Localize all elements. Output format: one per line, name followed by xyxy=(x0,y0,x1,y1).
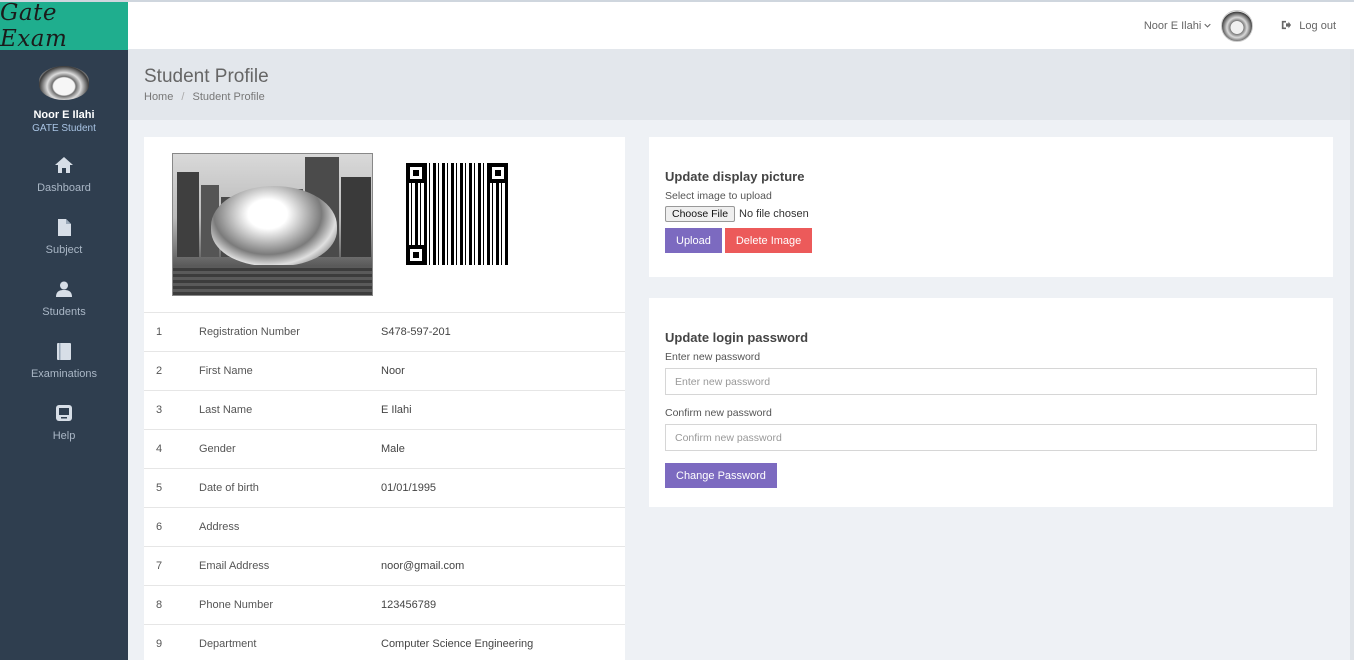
row-value: 123456789 xyxy=(381,599,437,611)
sidebar-item-help[interactable]: Help xyxy=(0,404,128,466)
change-password-button[interactable]: Change Password xyxy=(665,463,777,488)
sidebar-item-examinations[interactable]: Examinations xyxy=(0,342,128,404)
row-number: 5 xyxy=(156,482,163,494)
new-password-input[interactable] xyxy=(665,368,1317,395)
sidebar-nav: Dashboard Subject Students Examinations … xyxy=(0,156,128,466)
picture-actions: Upload Delete Image xyxy=(665,228,1317,253)
book-icon xyxy=(55,342,73,360)
row-value: noor@gmail.com xyxy=(381,560,465,572)
top-navbar: Gate Exam Noor E Ilahi Log out xyxy=(0,0,1354,52)
row-value: Male xyxy=(381,443,405,455)
qr-code xyxy=(406,163,508,265)
logout-label: Log out xyxy=(1299,20,1336,32)
breadcrumb: Home / Student Profile xyxy=(144,91,265,103)
sidebar-item-label: Students xyxy=(42,306,86,318)
scrollbar[interactable] xyxy=(1350,50,1354,660)
new-password-label: Enter new password xyxy=(665,351,761,363)
row-label: Gender xyxy=(199,443,236,455)
row-value: Noor xyxy=(381,365,405,377)
home-icon xyxy=(55,156,73,174)
row-number: 8 xyxy=(156,599,163,611)
confirm-password-input[interactable] xyxy=(665,424,1317,451)
row-label: Address xyxy=(199,521,240,533)
row-label: First Name xyxy=(199,365,253,377)
file-icon xyxy=(55,218,73,236)
sidebar-avatar xyxy=(39,66,89,100)
sidebar-item-label: Help xyxy=(52,430,76,442)
sidebar-item-dashboard[interactable]: Dashboard xyxy=(0,156,128,218)
sidebar-user-role: GATE Student xyxy=(32,123,96,134)
sidebar-user-name: Noor E Ilahi xyxy=(33,109,95,121)
row-value: S478-597-201 xyxy=(381,326,451,338)
help-icon xyxy=(55,404,73,422)
row-label: Department xyxy=(199,638,257,651)
delete-image-button[interactable]: Delete Image xyxy=(724,228,813,253)
table-row: 1 Registration Number S478-597-201 xyxy=(144,312,625,352)
update-picture-title: Update display picture xyxy=(665,169,805,184)
user-name-label: Noor E Ilahi xyxy=(1143,20,1202,32)
page-title: Student Profile xyxy=(144,66,269,87)
no-file-text: No file chosen xyxy=(739,208,809,220)
avatar[interactable] xyxy=(1221,10,1254,42)
sidebar: Noor E Ilahi GATE Student Dashboard Subj… xyxy=(0,50,128,660)
row-label: Last Name xyxy=(199,404,253,416)
row-label: Date of birth xyxy=(199,482,259,494)
confirm-password-label: Confirm new password xyxy=(665,407,772,419)
table-row: 6 Address xyxy=(144,507,625,547)
file-input: Choose File No file chosen xyxy=(665,206,1317,222)
logout-icon xyxy=(1281,20,1292,33)
row-number: 4 xyxy=(156,443,163,455)
row-number: 9 xyxy=(156,638,163,651)
breadcrumb-home[interactable]: Home xyxy=(144,91,173,103)
choose-file-button[interactable]: Choose File xyxy=(665,206,736,222)
update-password-card: Update login password Enter new password… xyxy=(649,298,1333,507)
page-header: Student Profile Home / Student Profile xyxy=(128,50,1350,120)
row-number: 1 xyxy=(156,326,163,338)
row-number: 6 xyxy=(156,521,163,533)
brand-logo[interactable]: Gate Exam xyxy=(0,0,128,52)
row-label: Registration Number xyxy=(199,326,300,338)
row-value: Computer Science Engineering xyxy=(381,638,534,651)
chevron-down-icon xyxy=(1204,20,1211,32)
profile-photo xyxy=(172,153,373,296)
user-icon xyxy=(55,280,73,298)
row-label: Phone Number xyxy=(199,599,273,611)
table-row: 8 Phone Number 123456789 xyxy=(144,585,625,625)
table-row: 2 First Name Noor xyxy=(144,351,625,391)
update-picture-card: Update display picture Select image to u… xyxy=(649,137,1333,277)
table-row: 4 Gender Male xyxy=(144,429,625,469)
sidebar-item-label: Dashboard xyxy=(37,182,91,194)
row-value: E Ilahi xyxy=(381,404,412,416)
user-dropdown[interactable]: Noor E Ilahi xyxy=(1144,20,1211,32)
table-row: 7 Email Address noor@gmail.com xyxy=(144,546,625,586)
select-image-label: Select image to upload xyxy=(665,190,772,202)
breadcrumb-current: Student Profile xyxy=(192,91,265,103)
profile-card: 1 Registration Number S478-597-201 2 Fir… xyxy=(144,137,625,660)
logout-link[interactable]: Log out xyxy=(1281,20,1336,33)
user-menu: Noor E Ilahi Log out xyxy=(1144,2,1336,50)
row-value xyxy=(381,508,625,547)
update-password-title: Update login password xyxy=(665,330,809,345)
table-row: 9 Department Computer Science Engineerin… xyxy=(144,624,625,660)
table-row: 3 Last Name E Ilahi xyxy=(144,390,625,430)
table-row: 5 Date of birth 01/01/1995 xyxy=(144,468,625,508)
sidebar-item-subject[interactable]: Subject xyxy=(0,218,128,280)
sidebar-item-label: Subject xyxy=(45,244,83,256)
brand-logo-text: Gate Exam xyxy=(0,0,68,52)
row-number: 7 xyxy=(156,560,163,572)
upload-button[interactable]: Upload xyxy=(665,228,722,253)
profile-details-table: 1 Registration Number S478-597-201 2 Fir… xyxy=(144,312,625,660)
row-number: 2 xyxy=(156,365,163,377)
sidebar-item-students[interactable]: Students xyxy=(0,280,128,342)
row-label: Email Address xyxy=(199,560,270,572)
row-number: 3 xyxy=(156,404,163,416)
sidebar-item-label: Examinations xyxy=(30,368,98,380)
row-value: 01/01/1995 xyxy=(381,482,437,494)
